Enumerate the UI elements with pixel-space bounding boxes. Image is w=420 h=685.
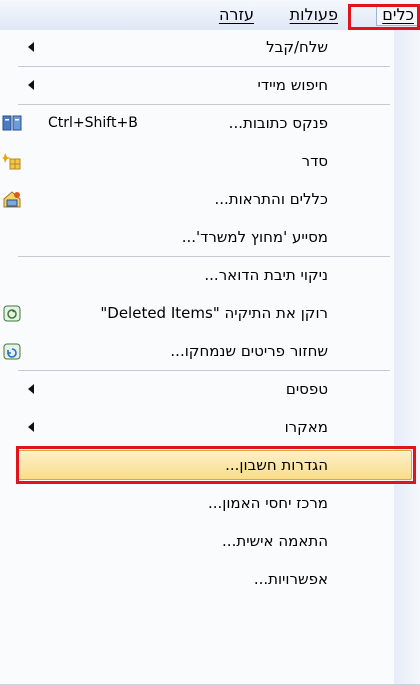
empty-trash-icon — [3, 305, 21, 322]
menu-tools[interactable]: כלים — [376, 4, 420, 26]
menu-item-label: מרכז יחסי האמון... — [207, 494, 328, 512]
menu-item-label: שחזור פריטים שנמחקו... — [170, 342, 328, 360]
menu-item-trust-center[interactable]: מרכז יחסי האמון... — [0, 486, 420, 520]
menu-separator — [18, 66, 390, 67]
menu-item-label: מסייע 'מחוץ למשרד'... — [181, 228, 328, 246]
rules-alerts-icon — [3, 191, 21, 208]
menu-item-macro[interactable]: מאקרו — [0, 410, 420, 444]
submenu-arrow-icon — [28, 42, 34, 52]
menu-separator — [18, 370, 390, 371]
menu-item-send-receive[interactable]: שלח/קבל — [0, 30, 420, 64]
menu-item-label: הגדרות חשבון... — [225, 456, 328, 474]
menu-item-label: שלח/קבל — [266, 38, 328, 56]
menu-item-label: חיפוש מיידי — [257, 76, 328, 94]
menu-item-instant-search[interactable]: חיפוש מיידי — [0, 68, 420, 102]
menu-item-out-of-office[interactable]: מסייע 'מחוץ למשרד'... — [0, 220, 420, 254]
menu-item-empty-deleted[interactable]: רוקן את התיקיה "Deleted Items" — [0, 296, 420, 330]
menu-item-options[interactable]: אפשרויות... — [0, 562, 420, 596]
menu-item-mailbox-cleanup[interactable]: ניקוי תיבת הדואר... — [0, 258, 420, 292]
submenu-arrow-icon — [28, 422, 34, 432]
menu-bar: כלים פעולות עזרה — [0, 0, 420, 30]
shortcut-label: Ctrl+Shift+B — [48, 115, 138, 131]
hover-highlight — [18, 450, 412, 480]
menu-item-label: סדר — [301, 152, 328, 170]
menu-item-label: רוקן את התיקיה "Deleted Items" — [100, 304, 328, 322]
organize-icon — [2, 153, 21, 170]
recover-items-icon — [3, 343, 21, 360]
menu-item-label: מאקרו — [284, 418, 328, 436]
menu-item-forms[interactable]: טפסים — [0, 372, 420, 406]
menu-item-label: כללים והתראות... — [214, 190, 328, 208]
menu-item-organize[interactable]: סדר — [0, 144, 420, 178]
submenu-arrow-icon — [28, 80, 34, 90]
menu-help[interactable]: עזרה — [213, 4, 260, 26]
menu-item-recover-deleted[interactable]: שחזור פריטים שנמחקו... — [0, 334, 420, 368]
address-book-icon — [2, 115, 22, 131]
menu-separator — [18, 104, 390, 105]
menu-item-label: פנקס כתובות... — [228, 114, 328, 132]
menu-item-label: התאמה אישית... — [222, 532, 328, 550]
submenu-arrow-icon — [28, 384, 34, 394]
menu-item-rules-alerts[interactable]: כללים והתראות... — [0, 182, 420, 216]
menu-separator — [18, 256, 390, 257]
menu-item-address-book[interactable]: פנקס כתובות... Ctrl+Shift+B — [0, 106, 420, 140]
menu-separator — [18, 446, 390, 447]
menu-actions[interactable]: פעולות — [284, 4, 344, 26]
menu-item-label: אפשרויות... — [253, 570, 328, 588]
menu-item-label: טפסים — [285, 380, 328, 398]
menu-item-label: ניקוי תיבת הדואר... — [204, 266, 328, 284]
menu-item-account-settings[interactable]: הגדרות חשבון... — [0, 448, 420, 482]
menu-item-customize[interactable]: התאמה אישית... — [0, 524, 420, 558]
